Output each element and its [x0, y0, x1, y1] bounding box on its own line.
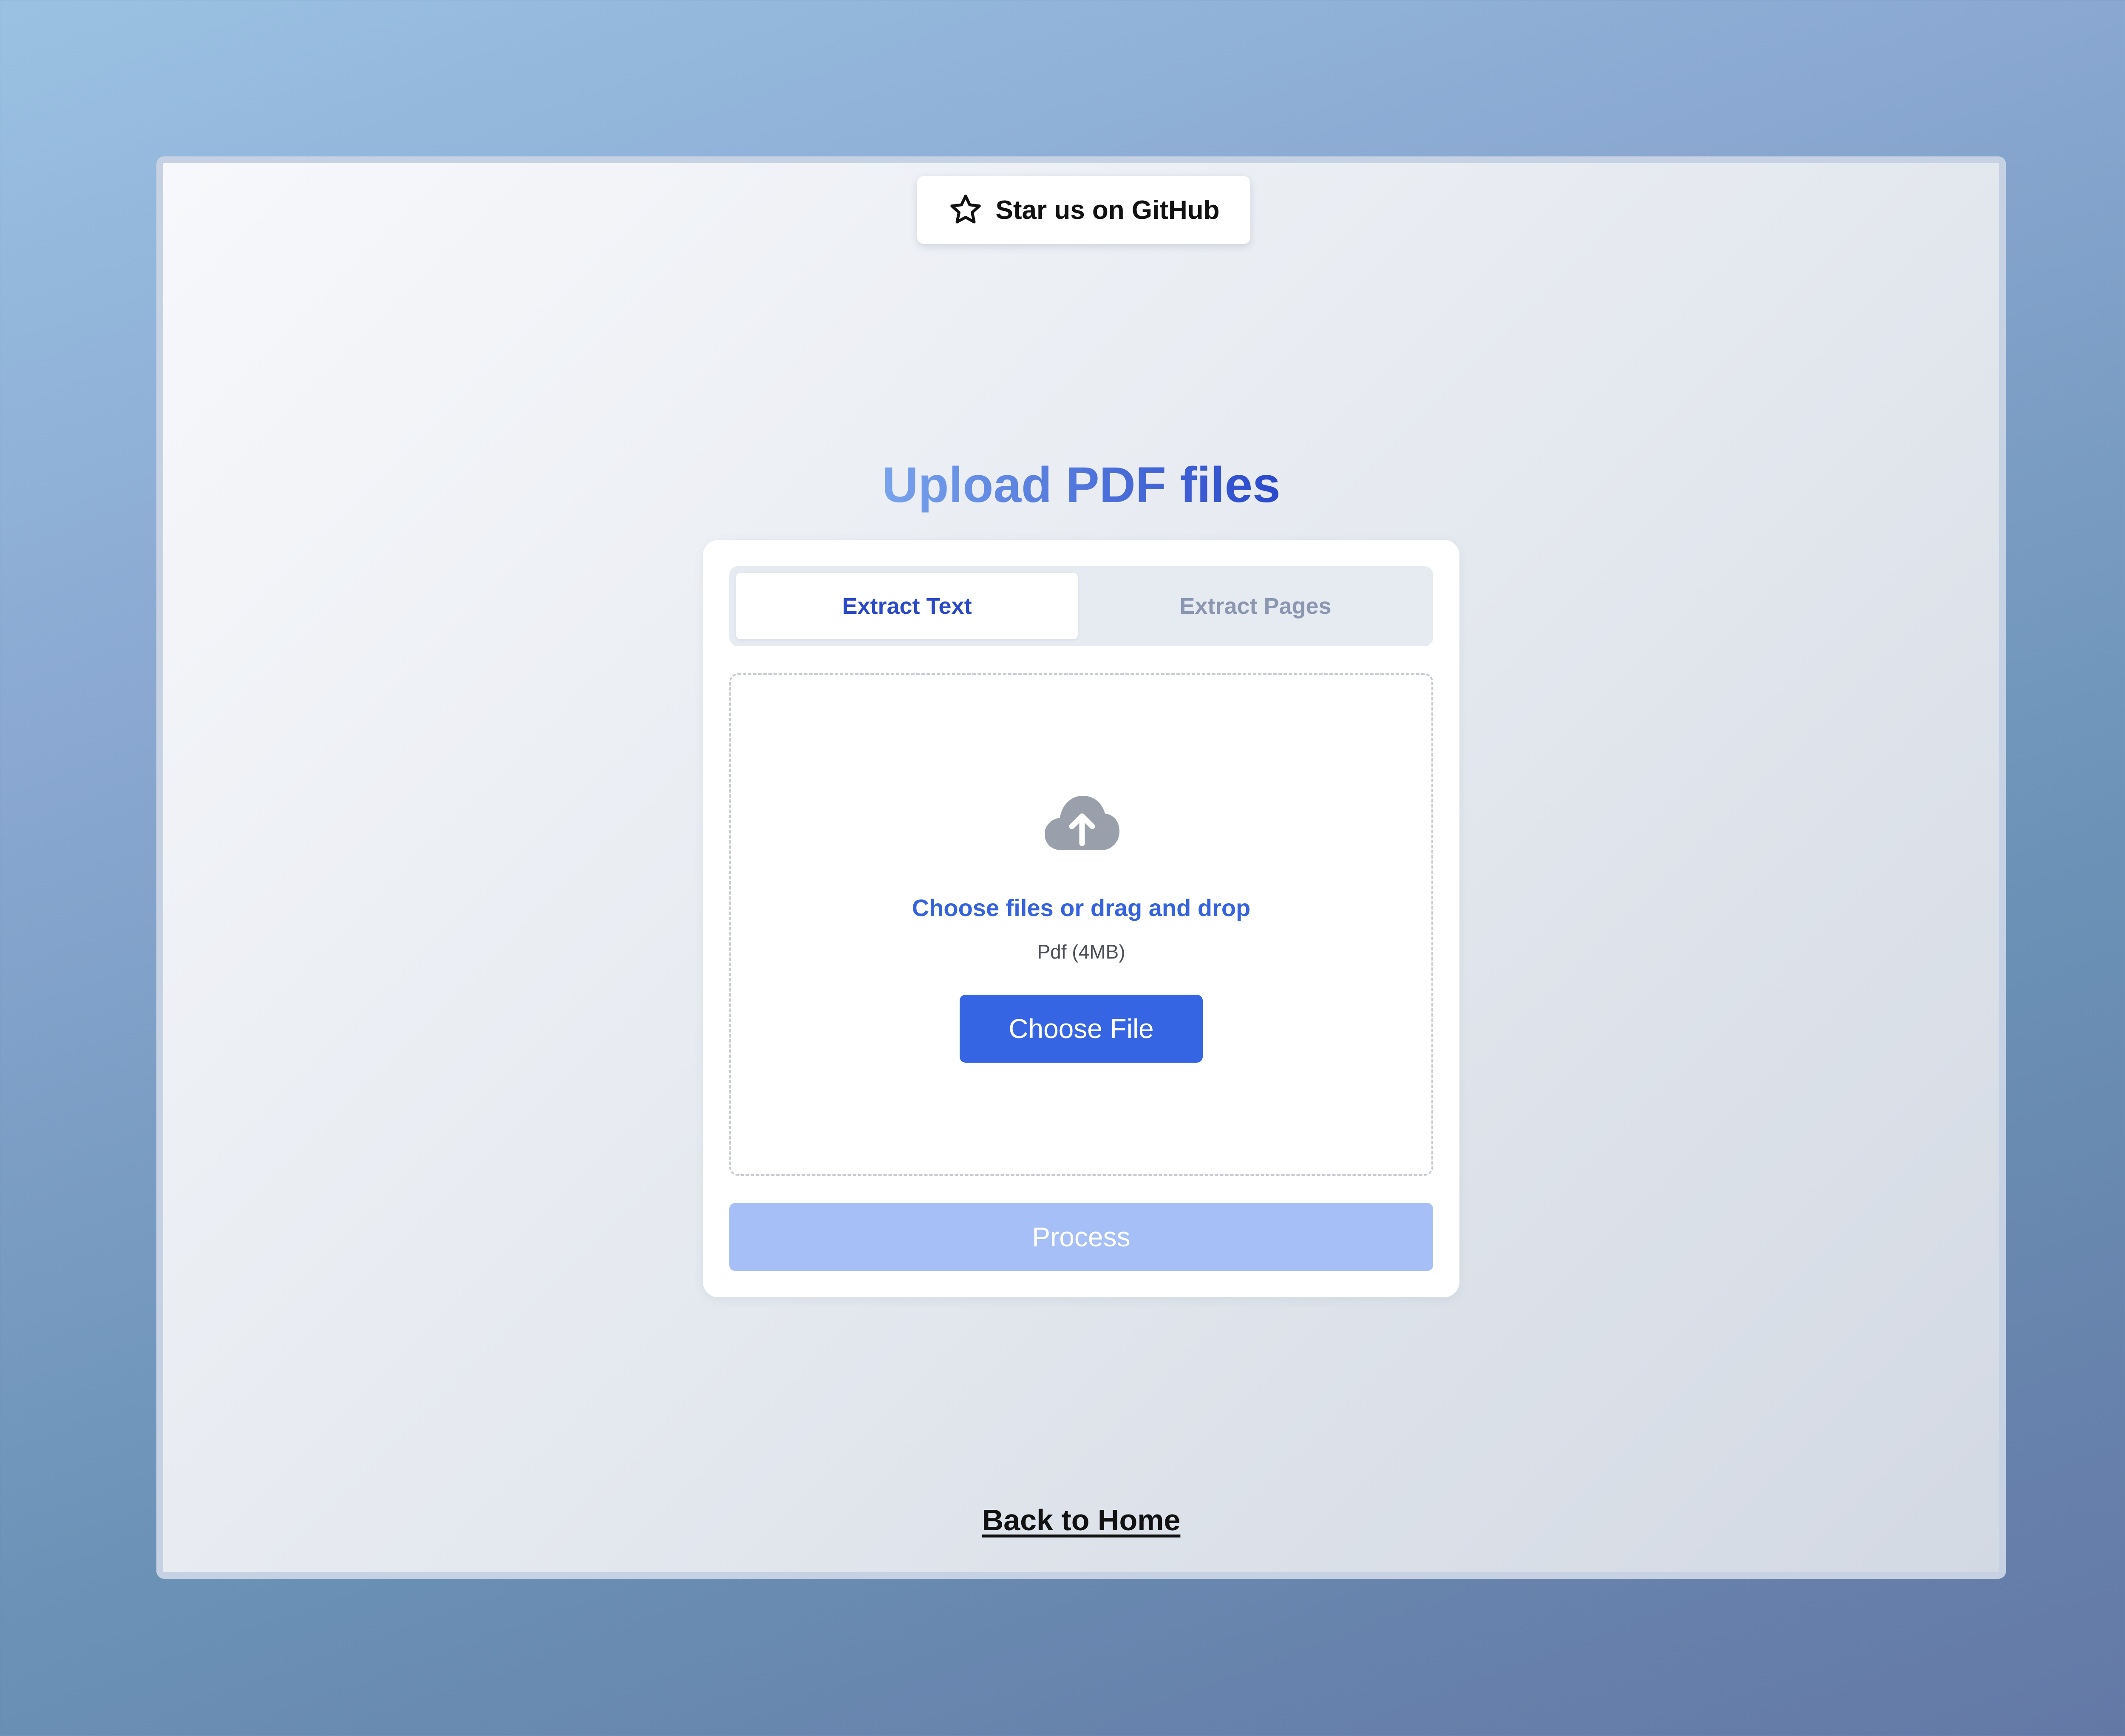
app-window: Star us on GitHub Upload PDF files Extra… [156, 156, 2006, 1579]
github-star-label: Star us on GitHub [995, 195, 1220, 225]
tab-extract-pages[interactable]: Extract Pages [1085, 573, 1426, 639]
dropzone-file-limit: Pdf (4MB) [1037, 941, 1125, 963]
back-to-home-link[interactable]: Back to Home [163, 1503, 1999, 1537]
github-star-button[interactable]: Star us on GitHub [917, 176, 1250, 244]
dropzone-title: Choose files or drag and drop [912, 894, 1251, 921]
process-button[interactable]: Process [729, 1203, 1433, 1271]
page-title: Upload PDF files [163, 453, 1999, 517]
file-dropzone[interactable]: Choose files or drag and drop Pdf (4MB) … [729, 673, 1433, 1176]
choose-file-button[interactable]: Choose File [960, 995, 1203, 1063]
upload-card: Extract Text Extract Pages Choose files … [703, 540, 1459, 1297]
star-icon [948, 193, 983, 227]
mode-tabs: Extract Text Extract Pages [729, 566, 1433, 646]
tab-extract-text[interactable]: Extract Text [736, 573, 1078, 639]
page-title-text: Upload PDF files [882, 457, 1281, 513]
cloud-upload-icon [1044, 792, 1120, 854]
